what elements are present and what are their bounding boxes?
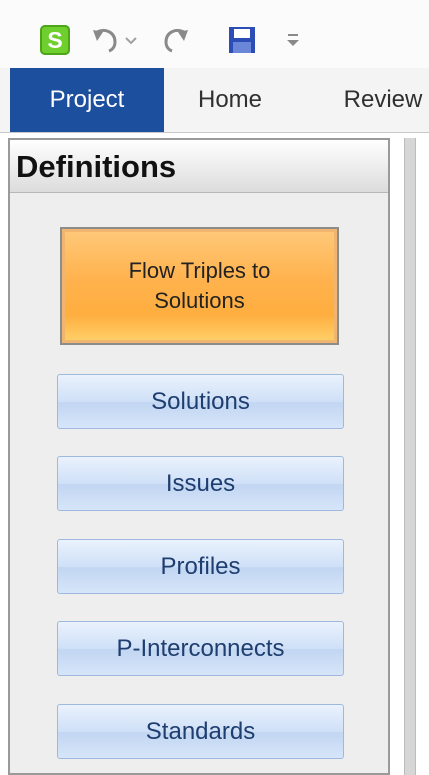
profiles-label: Profiles (160, 552, 241, 580)
content-area-edge (392, 138, 429, 775)
issues-label: Issues (165, 469, 236, 497)
tab-home[interactable]: Home (170, 68, 290, 132)
p-interconnects-label: P-Interconnects (116, 634, 285, 662)
issues-button[interactable]: Issues (57, 456, 344, 511)
undo-icon (93, 28, 117, 53)
profiles-button[interactable]: Profiles (57, 539, 344, 594)
chevron-down-icon (125, 37, 137, 45)
p-interconnects-button[interactable]: P-Interconnects (57, 621, 344, 676)
flow-triples-button[interactable]: Flow Triples to Solutions (60, 227, 339, 345)
redo-icon (164, 28, 188, 53)
ribbon-tabs: Project Home Review (0, 68, 429, 133)
definitions-pane: Definitions Flow Triples to Solutions So… (8, 138, 390, 775)
undo-button[interactable] (87, 24, 121, 56)
tab-review[interactable]: Review (328, 68, 429, 132)
quick-access-toolbar: S (0, 0, 429, 68)
solutions-button[interactable]: Solutions (57, 374, 344, 429)
solutions-label: Solutions (151, 387, 250, 415)
app-icon[interactable]: S (40, 25, 70, 55)
redo-button[interactable] (160, 24, 194, 56)
save-button[interactable] (226, 24, 258, 56)
tab-project[interactable]: Project (10, 68, 164, 132)
undo-dropdown-button[interactable] (124, 24, 138, 56)
pane-splitter[interactable] (404, 138, 416, 775)
standards-button[interactable]: Standards (57, 704, 344, 759)
save-icon (229, 27, 255, 53)
flow-triples-label: Flow Triples to Solutions (128, 258, 271, 313)
customize-toolbar-button[interactable] (283, 24, 303, 56)
pane-header: Definitions (10, 140, 388, 193)
pane-title: Definitions (16, 149, 177, 184)
customize-icon (287, 34, 299, 46)
standards-label: Standards (145, 717, 256, 745)
